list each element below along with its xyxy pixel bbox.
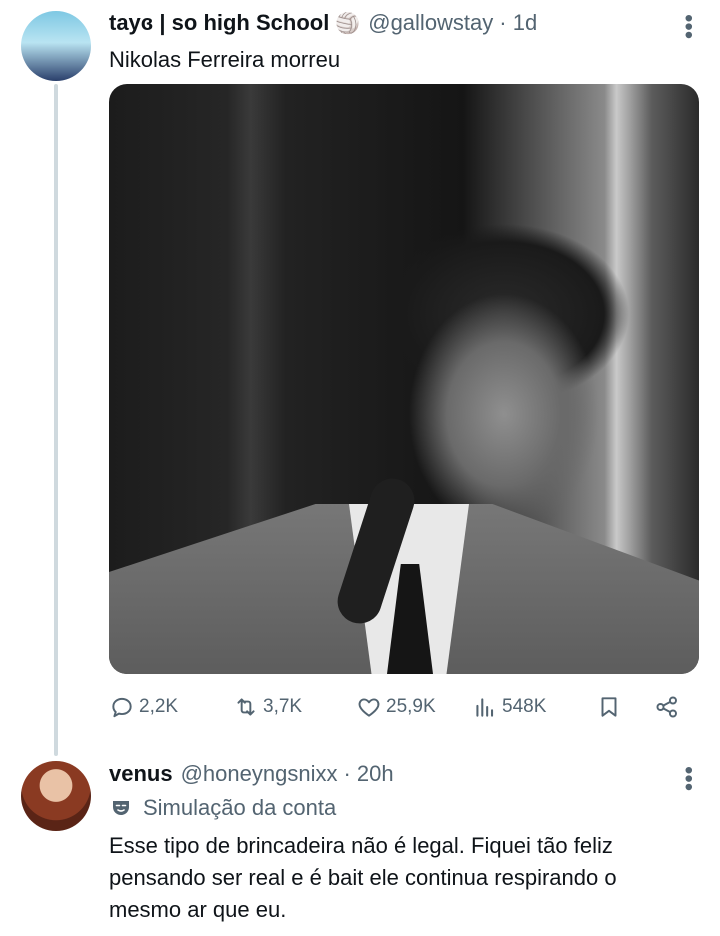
avatar[interactable] xyxy=(21,761,91,831)
retweet-button[interactable]: 3,7K xyxy=(233,694,302,720)
like-count: 25,9K xyxy=(386,696,436,717)
display-name[interactable]: venus xyxy=(109,761,173,787)
tweet-header: tayɞ | so high School 🏐 @gallowstay · 1d xyxy=(109,10,537,36)
reply-icon xyxy=(112,697,132,718)
tweet-photo[interactable] xyxy=(109,84,699,674)
volleyball-icon: 🏐 xyxy=(335,12,361,35)
share-icon xyxy=(656,696,677,718)
views-count: 548K xyxy=(502,696,547,717)
timestamp[interactable]: · 20h xyxy=(343,761,393,787)
reply-header: venus @honeyngsnixx · 20h xyxy=(109,761,394,787)
timestamp[interactable]: · 1d xyxy=(499,10,537,36)
tweet-text: Nikolas Ferreira morreu xyxy=(109,47,341,72)
views-button[interactable]: 548K xyxy=(472,694,546,720)
bookmark-icon xyxy=(601,697,617,717)
simulation-label: Simulação da conta xyxy=(109,795,336,821)
reply-button[interactable]: 2,2K xyxy=(109,694,178,720)
views-icon xyxy=(476,698,494,717)
like-button[interactable]: 25,9K xyxy=(356,694,436,720)
simulation-text: Simulação da conta xyxy=(143,795,337,820)
reply-text: Esse tipo de brincadeira não é legal. Fi… xyxy=(109,833,617,922)
mask-icon xyxy=(113,801,129,815)
thread-line xyxy=(54,84,58,756)
handle[interactable]: @honeyngsnixx xyxy=(181,761,338,787)
handle[interactable]: @gallowstay xyxy=(368,10,493,36)
reply-count: 2,2K xyxy=(139,696,179,717)
display-name[interactable]: tayɞ | so high School xyxy=(109,10,329,36)
more-icon[interactable]: ••• xyxy=(675,766,702,791)
share-button[interactable] xyxy=(654,694,680,720)
more-icon[interactable]: ••• xyxy=(675,14,702,39)
tweet-actions: 2,2K 3,7K 25,9K 548K xyxy=(109,694,693,728)
retweet-icon xyxy=(237,698,255,716)
retweet-count: 3,7K xyxy=(263,696,303,717)
like-icon xyxy=(358,698,380,717)
avatar[interactable] xyxy=(21,11,91,81)
bookmark-button[interactable] xyxy=(596,694,622,720)
